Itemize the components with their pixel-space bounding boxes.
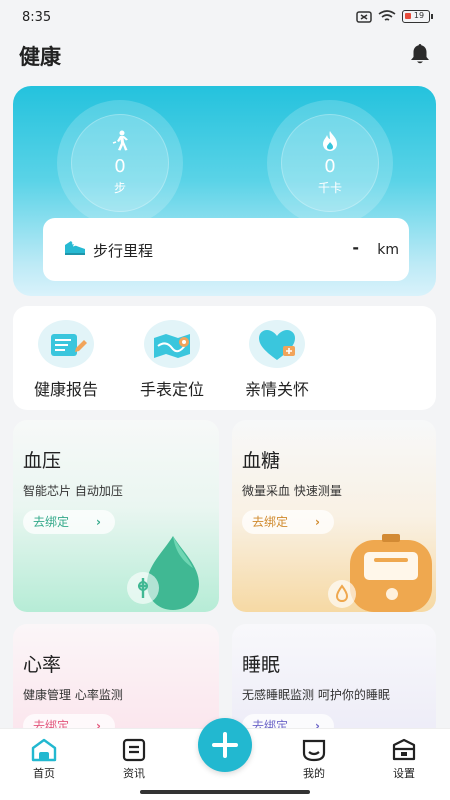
steps-ring[interactable]: 0 步 — [57, 100, 183, 226]
home-indicator[interactable] — [140, 790, 310, 794]
battery-icon: 19 — [402, 10, 433, 23]
home-icon — [31, 738, 57, 762]
plus-icon — [212, 732, 238, 758]
glucose-meter-icon — [328, 534, 432, 612]
steps-unit: 步 — [113, 181, 126, 195]
walking-distance-panel[interactable]: 步行里程 - km — [43, 218, 409, 281]
chevron-right-icon: › — [96, 515, 101, 529]
calories-ring[interactable]: 0 千卡 — [267, 100, 393, 226]
flame-icon — [323, 131, 337, 151]
blood-pressure-card[interactable]: 血压 智能芯片 自动加压 去绑定 › — [13, 420, 219, 612]
add-button[interactable] — [198, 718, 252, 772]
report-icon — [51, 334, 87, 356]
calories-unit: 千卡 — [317, 181, 342, 195]
quick-actions: 健康报告 手表定位 亲情关怀 — [13, 306, 436, 410]
sim-icon — [356, 10, 372, 23]
distance-unit: km — [377, 242, 399, 258]
blood-drop-icon — [127, 536, 199, 610]
card-subtitle: 健康管理 心率监测 — [23, 688, 123, 702]
quick-health-report[interactable]: 健康报告 — [16, 320, 116, 400]
tab-profile[interactable]: 我的 — [284, 737, 344, 781]
distance-label: 步行里程 — [93, 242, 154, 260]
profile-icon — [302, 739, 326, 762]
news-icon — [122, 738, 146, 762]
tab-label: 首页 — [33, 767, 55, 780]
heart-rate-card[interactable]: 心率 健康管理 心率监测 去绑定 › — [13, 624, 219, 744]
tab-label: 资讯 — [123, 767, 145, 780]
settings-icon — [392, 738, 416, 761]
quick-watch-location[interactable]: 手表定位 — [122, 320, 222, 400]
sleep-card[interactable]: 睡眠 无感睡眠监测 呵护你的睡眠 去绑定 › — [232, 624, 436, 744]
heart-care-icon — [259, 330, 295, 360]
distance-value: - — [352, 238, 359, 257]
tab-news[interactable]: 资讯 — [104, 737, 164, 781]
quick-label: 亲情关怀 — [244, 380, 309, 399]
tab-label: 设置 — [393, 767, 415, 780]
card-title: 血压 — [23, 450, 62, 472]
quick-label: 手表定位 — [139, 380, 204, 399]
bind-device-button[interactable]: 去绑定 › — [23, 510, 115, 534]
card-subtitle: 无感睡眠监测 呵护你的睡眠 — [242, 688, 390, 702]
chevron-right-icon: › — [315, 515, 320, 529]
tab-label: 我的 — [303, 767, 325, 780]
home-indicator-bar — [0, 784, 450, 800]
wifi-icon — [378, 10, 396, 21]
card-title: 睡眠 — [242, 654, 281, 676]
map-location-icon — [154, 334, 190, 358]
blood-sugar-card[interactable]: 血糖 微量采血 快速测量 去绑定 › — [232, 420, 436, 612]
status-bar: 8:35 19 — [0, 0, 450, 36]
calories-value: 0 — [324, 156, 336, 177]
bind-label: 去绑定 — [33, 515, 70, 529]
tab-home[interactable]: 首页 — [14, 737, 74, 781]
page-title: 健康 — [19, 45, 61, 69]
shoe-icon — [65, 241, 85, 255]
steps-value: 0 — [114, 156, 126, 177]
activity-summary-card[interactable]: 0 步 0 千卡 步行里程 - km — [13, 86, 436, 296]
page-header: 健康 — [0, 36, 450, 76]
bell-icon[interactable] — [408, 42, 432, 66]
quick-label: 健康报告 — [33, 380, 98, 399]
status-icons: 19 — [356, 10, 433, 23]
bind-device-button[interactable]: 去绑定 › — [242, 510, 334, 534]
card-subtitle: 智能芯片 自动加压 — [23, 484, 123, 498]
status-time: 8:35 — [22, 10, 52, 25]
card-title: 心率 — [23, 654, 62, 676]
quick-family-care[interactable]: 亲情关怀 — [227, 320, 327, 400]
tab-settings[interactable]: 设置 — [374, 737, 434, 781]
card-title: 血糖 — [242, 450, 281, 472]
walking-icon — [112, 130, 128, 151]
bind-label: 去绑定 — [252, 515, 289, 529]
card-subtitle: 微量采血 快速测量 — [242, 484, 342, 498]
battery-level: 19 — [413, 11, 425, 20]
